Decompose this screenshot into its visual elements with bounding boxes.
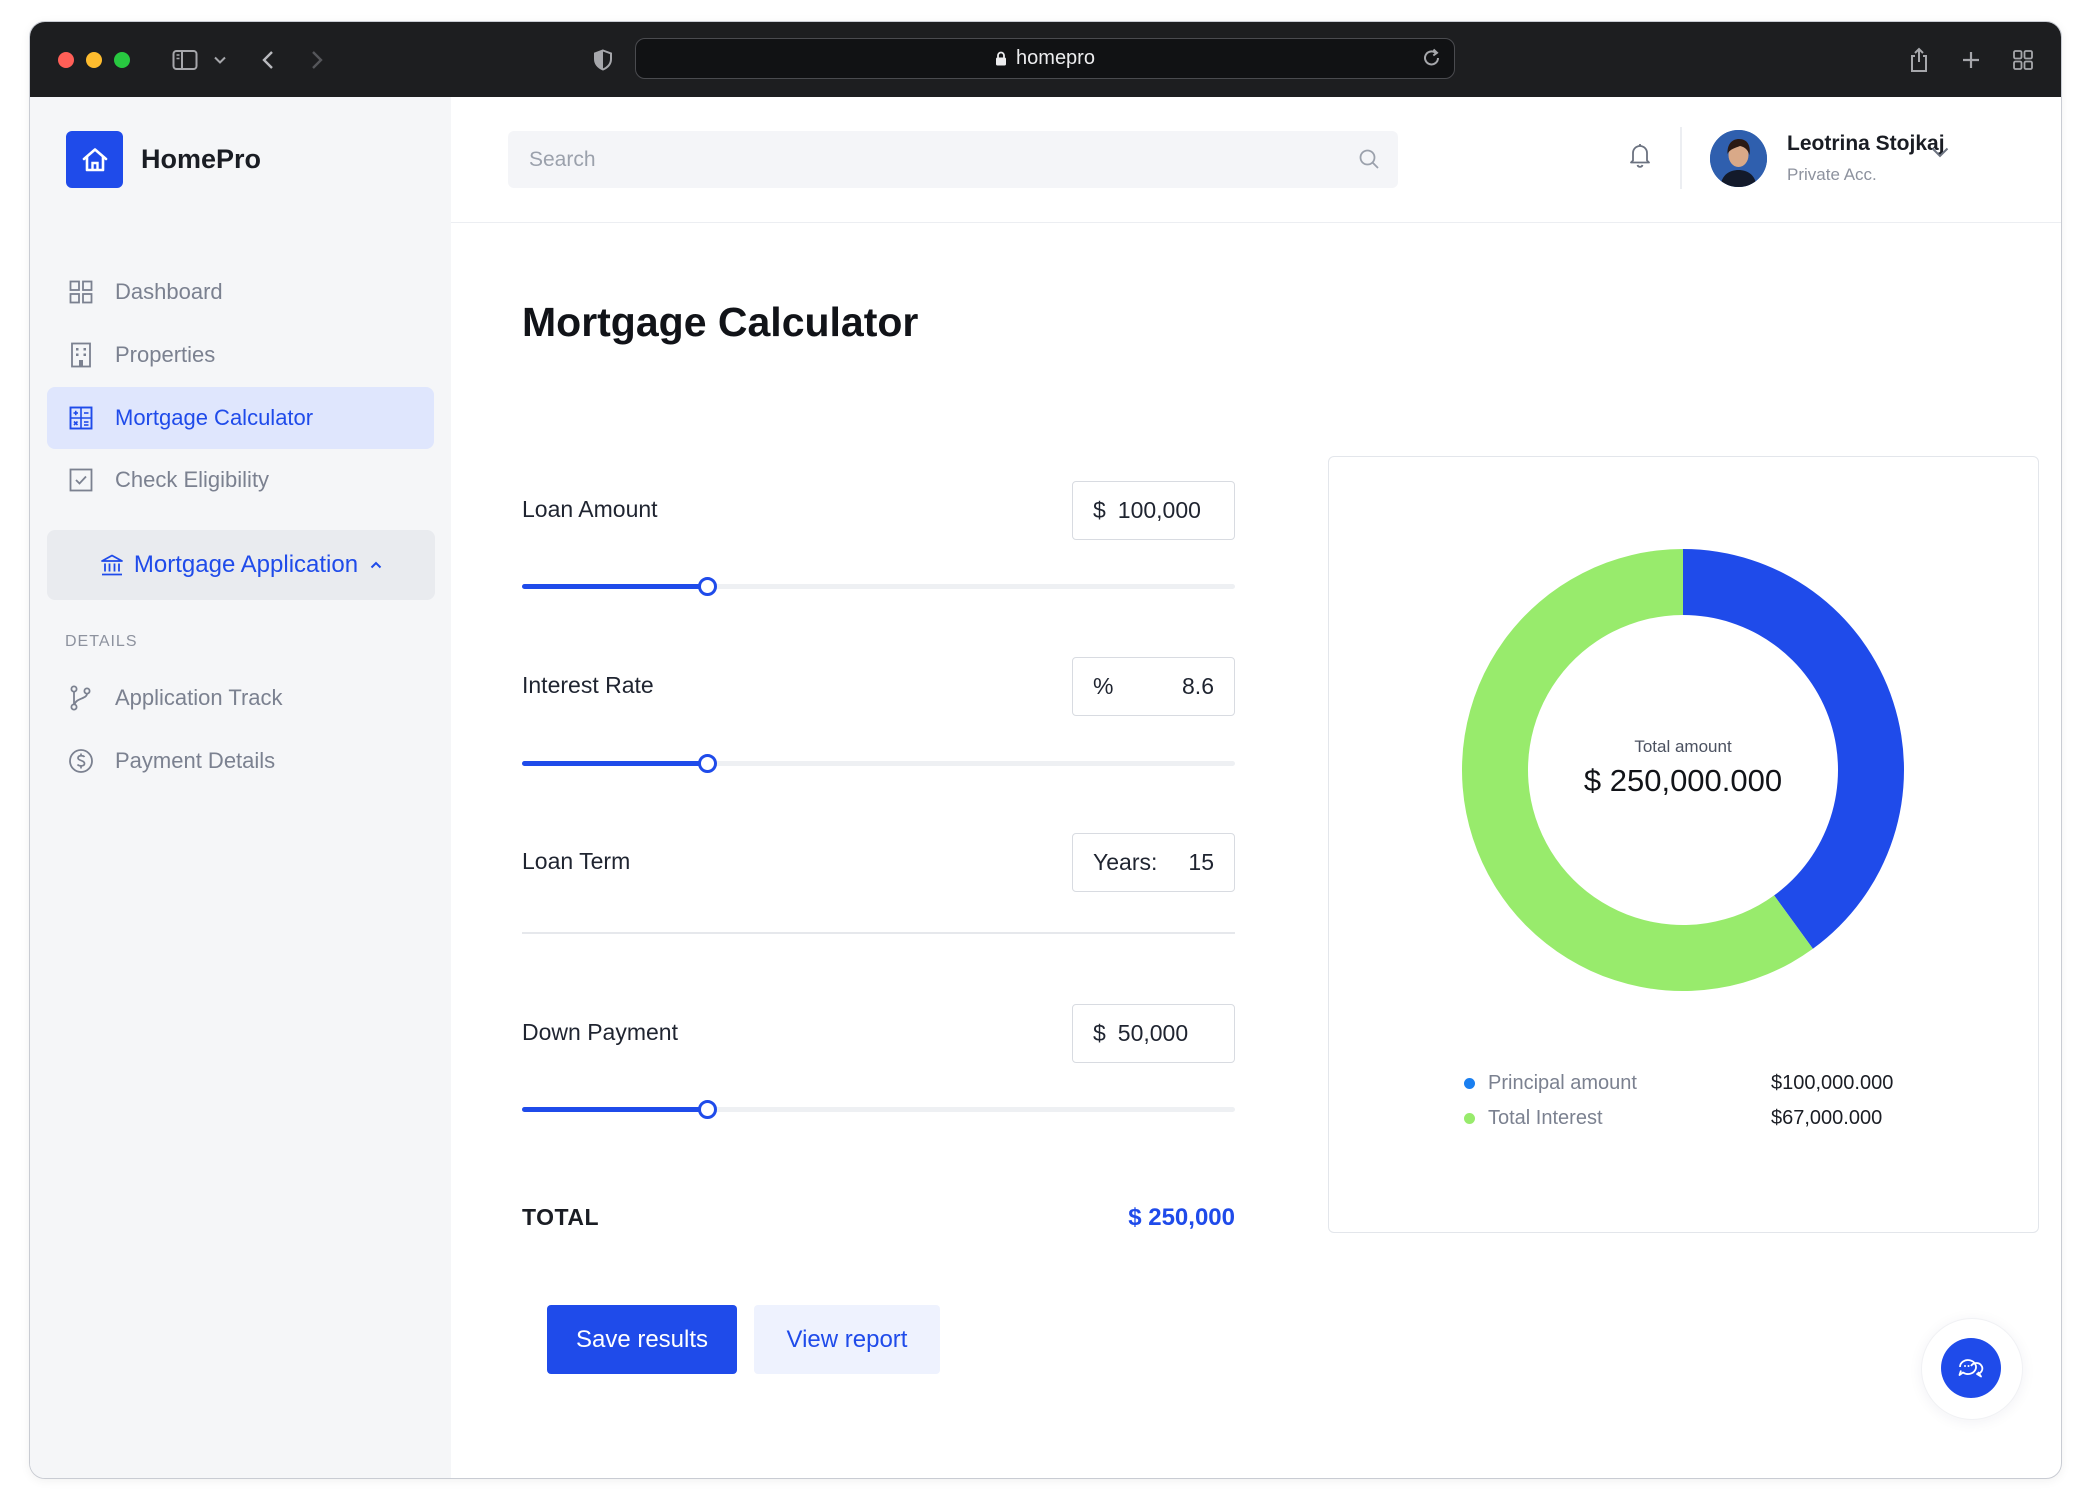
sidebar-item-payment-details[interactable]: Payment Details xyxy=(47,730,434,792)
slider-fill xyxy=(522,1107,708,1112)
sidebar-toggle-icon[interactable] xyxy=(170,44,200,76)
home-logo-icon xyxy=(66,131,123,188)
brand[interactable]: HomePro xyxy=(66,131,261,188)
loan-amount-slider[interactable] xyxy=(522,576,1235,596)
grid-icon xyxy=(67,278,95,306)
slider-thumb[interactable] xyxy=(698,1100,718,1119)
legend-value: $100,000.000 xyxy=(1771,1071,1894,1094)
back-icon[interactable] xyxy=(256,44,280,76)
slider-thumb[interactable] xyxy=(698,754,718,773)
sidebar-group-mortgage-application[interactable]: Mortgage Application xyxy=(47,530,435,600)
bell-icon[interactable] xyxy=(1628,141,1652,174)
shield-icon[interactable] xyxy=(591,44,615,76)
divider xyxy=(522,932,1235,934)
interest-rate-value: 8.6 xyxy=(1182,673,1214,699)
legend-value: $67,000.000 xyxy=(1771,1106,1883,1129)
down-payment-unit: $ xyxy=(1093,1020,1106,1046)
slider-fill xyxy=(522,761,708,766)
down-payment-slider[interactable] xyxy=(522,1099,1235,1119)
loan-amount-label: Loan Amount xyxy=(522,496,658,522)
sidebar-item-label: Mortgage Calculator xyxy=(115,405,314,430)
browser-toolbar: homepro xyxy=(30,22,2061,97)
support-chat-button[interactable] xyxy=(1941,1338,2001,1398)
chat-icon xyxy=(1957,1356,1985,1380)
loan-amount-input[interactable]: $ 100,000 xyxy=(1072,481,1235,540)
legend-item-interest: Total Interest $67,000.000 xyxy=(1464,1103,1914,1133)
sidebar-item-dashboard[interactable]: Dashboard xyxy=(47,261,434,323)
sidebar-item-label: Payment Details xyxy=(115,748,276,773)
legend-label: Principal amount xyxy=(1488,1071,1637,1094)
header: Leotrina Stojkaj Private Acc. xyxy=(451,97,2061,223)
total-label: TOTAL xyxy=(522,1204,600,1230)
chevron-up-icon xyxy=(370,561,382,569)
sidebar-item-label: Application Track xyxy=(115,685,283,710)
chevron-down-icon[interactable] xyxy=(1931,145,1949,163)
maximize-window-button[interactable] xyxy=(114,52,130,68)
section-label-details: DETAILS xyxy=(65,633,138,650)
avatar[interactable] xyxy=(1710,130,1767,187)
brand-name: HomePro xyxy=(141,144,262,174)
address-bar[interactable]: homepro xyxy=(635,38,1455,79)
user-account-type: Private Acc. xyxy=(1787,165,1877,184)
sidebar-item-label: Dashboard xyxy=(115,279,223,304)
interest-rate-input[interactable]: % 8.6 xyxy=(1072,657,1235,716)
search-input[interactable] xyxy=(529,147,1329,172)
save-results-button[interactable]: Save results xyxy=(547,1305,737,1374)
calculator-icon xyxy=(67,404,95,432)
legend-dot xyxy=(1464,1112,1475,1124)
search-icon[interactable] xyxy=(1358,148,1380,175)
header-divider xyxy=(1680,127,1682,189)
slider-thumb[interactable] xyxy=(698,577,718,596)
tab-overview-icon[interactable] xyxy=(2011,44,2035,76)
legend-item-principal: Principal amount $100,000.000 xyxy=(1464,1068,1914,1098)
search-bar[interactable] xyxy=(508,131,1398,188)
page-title: Mortgage Calculator xyxy=(522,299,919,345)
interest-rate-label: Interest Rate xyxy=(522,672,654,698)
building-icon xyxy=(67,341,95,369)
browser-window: homepro HomePro Dashboard Properties Mor… xyxy=(29,21,2062,1479)
chevron-down-icon[interactable] xyxy=(210,44,230,76)
down-payment-input[interactable]: $ 50,000 xyxy=(1072,1004,1235,1063)
lock-icon xyxy=(995,51,1007,66)
git-branch-icon xyxy=(67,684,95,712)
loan-term-value: 15 xyxy=(1188,849,1214,875)
down-payment-value: 50,000 xyxy=(1117,1020,1189,1046)
new-tab-icon[interactable] xyxy=(1959,44,1983,76)
sidebar-item-properties[interactable]: Properties xyxy=(47,324,434,386)
view-report-button[interactable]: View report xyxy=(754,1305,940,1374)
sidebar-item-label: Check Eligibility xyxy=(115,467,270,492)
sidebar-item-label: Properties xyxy=(115,342,216,367)
legend-dot xyxy=(1464,1077,1475,1089)
loan-term-input[interactable]: Years: 15 xyxy=(1072,833,1235,892)
minimize-window-button[interactable] xyxy=(86,52,102,68)
bank-icon xyxy=(100,553,124,577)
down-payment-label: Down Payment xyxy=(522,1019,678,1045)
user-name[interactable]: Leotrina Stojkaj xyxy=(1787,132,1945,156)
checkbox-icon xyxy=(67,466,95,494)
loan-amount-unit: $ xyxy=(1093,497,1106,523)
donut-center-value: $ 250,000.000 xyxy=(1583,763,1783,798)
sidebar-item-check-eligibility[interactable]: Check Eligibility xyxy=(47,449,434,511)
reload-icon[interactable] xyxy=(1422,47,1442,75)
forward-icon[interactable] xyxy=(305,44,329,76)
share-icon[interactable] xyxy=(1907,44,1931,76)
close-window-button[interactable] xyxy=(58,52,74,68)
donut-center-label: Total amount xyxy=(1634,737,1732,756)
dollar-circle-icon xyxy=(67,747,95,775)
loan-term-unit: Years: xyxy=(1093,849,1158,875)
legend-label: Total Interest xyxy=(1488,1106,1603,1129)
sidebar-group-label: Mortgage Application xyxy=(133,551,359,578)
url-text: homepro xyxy=(1016,47,1095,69)
slider-fill xyxy=(522,584,708,589)
total-value: $ 250,000 xyxy=(1128,1204,1235,1231)
sidebar-item-mortgage-calculator[interactable]: Mortgage Calculator xyxy=(47,387,434,449)
sidebar-item-application-track[interactable]: Application Track xyxy=(47,667,434,729)
loan-term-label: Loan Term xyxy=(522,848,631,874)
interest-rate-slider[interactable] xyxy=(522,753,1235,773)
loan-amount-value: 100,000 xyxy=(1117,497,1201,523)
interest-rate-unit: % xyxy=(1093,673,1114,699)
sidebar: HomePro Dashboard Properties Mortgage Ca… xyxy=(30,97,451,1478)
loan-breakdown-card: Total amount $ 250,000.000 Principal amo… xyxy=(1328,456,2039,1233)
